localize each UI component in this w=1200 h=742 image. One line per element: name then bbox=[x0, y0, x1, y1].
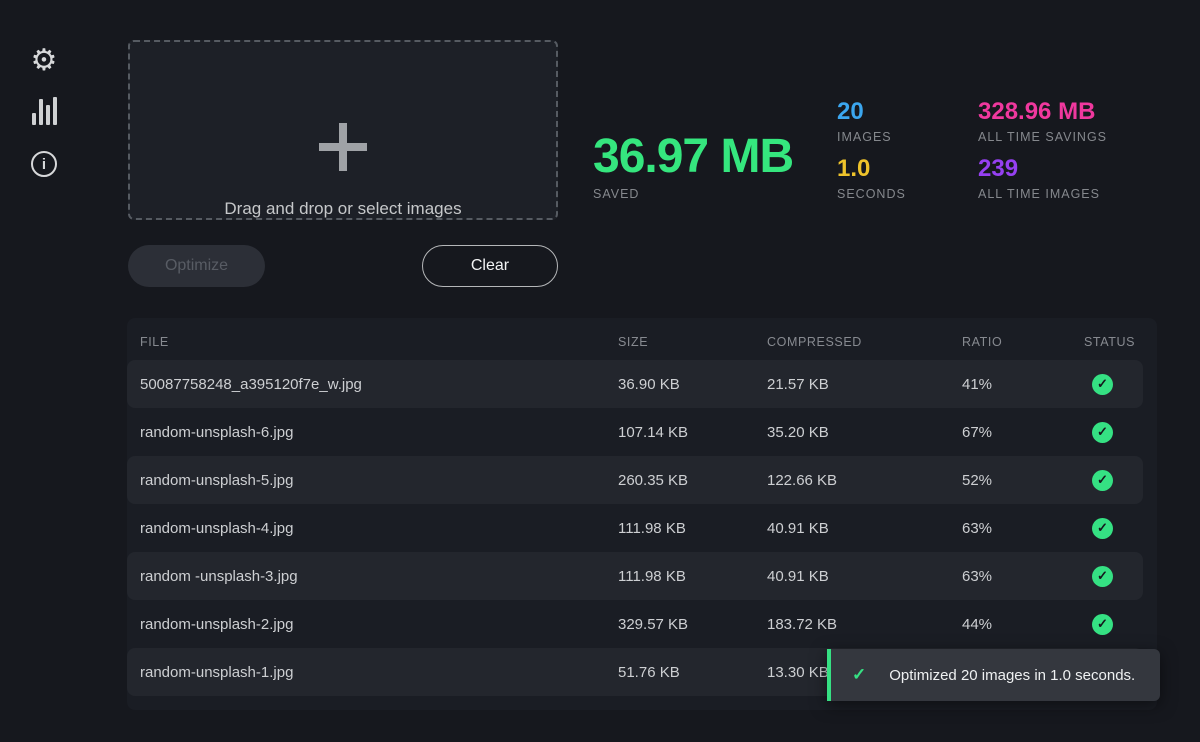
table-row[interactable]: random -unsplash-3.jpg 111.98 KB 40.91 K… bbox=[127, 552, 1143, 600]
file-name: random-unsplash-6.jpg bbox=[140, 424, 618, 441]
dropzone[interactable]: Drag and drop or select images bbox=[128, 40, 558, 220]
status-check-icon: ✓ bbox=[1092, 422, 1113, 443]
table-row[interactable]: random-unsplash-2.jpg 329.57 KB 183.72 K… bbox=[127, 600, 1143, 648]
file-compressed: 40.91 KB bbox=[767, 520, 962, 537]
table-row[interactable]: random-unsplash-4.jpg 111.98 KB 40.91 KB… bbox=[127, 504, 1143, 552]
toast-message: Optimized 20 images in 1.0 seconds. bbox=[889, 667, 1135, 684]
stat-all-time-savings-label: ALL TIME SAVINGS bbox=[978, 130, 1118, 144]
stat-images-label: IMAGES bbox=[837, 130, 977, 144]
gear-icon: ⚙ bbox=[31, 46, 58, 76]
file-name: random-unsplash-2.jpg bbox=[140, 616, 618, 633]
file-ratio: 63% bbox=[962, 520, 1084, 537]
sidebar-item-settings[interactable]: ⚙ bbox=[0, 41, 88, 81]
column-header-size: SIZE bbox=[618, 335, 767, 349]
stat-seconds: 1.0 SECONDS bbox=[837, 156, 977, 201]
file-size: 107.14 KB bbox=[618, 424, 767, 441]
table-header-row: FILE SIZE COMPRESSED RATIO STATUS bbox=[127, 318, 1143, 360]
info-icon: i bbox=[31, 151, 57, 177]
table-row[interactable]: 50087758248_a395120f7e_w.jpg 36.90 KB 21… bbox=[127, 360, 1143, 408]
file-name: 50087758248_a395120f7e_w.jpg bbox=[140, 376, 618, 393]
status-check-icon: ✓ bbox=[1092, 614, 1113, 635]
stat-all-time-savings: 328.96 MB ALL TIME SAVINGS bbox=[978, 99, 1118, 144]
status-check-icon: ✓ bbox=[1092, 470, 1113, 491]
file-size: 329.57 KB bbox=[618, 616, 767, 633]
file-name: random-unsplash-1.jpg bbox=[140, 664, 618, 681]
app-window: ⚙ i Drag and drop or select images 36.97… bbox=[0, 0, 1200, 742]
column-header-file: FILE bbox=[140, 335, 618, 349]
stat-images: 20 IMAGES bbox=[837, 99, 977, 144]
stat-seconds-label: SECONDS bbox=[837, 187, 977, 201]
file-ratio: 41% bbox=[962, 376, 1084, 393]
file-compressed: 122.66 KB bbox=[767, 472, 962, 489]
file-size: 260.35 KB bbox=[618, 472, 767, 489]
status-check-icon: ✓ bbox=[1092, 518, 1113, 539]
file-compressed: 35.20 KB bbox=[767, 424, 962, 441]
check-icon: ✓ bbox=[852, 665, 866, 685]
file-size: 51.76 KB bbox=[618, 664, 767, 681]
stat-all-time-savings-value: 328.96 MB bbox=[978, 99, 1118, 125]
column-header-status: STATUS bbox=[1084, 335, 1143, 349]
file-ratio: 67% bbox=[962, 424, 1084, 441]
bar-chart-icon bbox=[32, 97, 57, 125]
status-check-icon: ✓ bbox=[1092, 374, 1113, 395]
table-row[interactable]: random-unsplash-5.jpg 260.35 KB 122.66 K… bbox=[127, 456, 1143, 504]
column-header-ratio: RATIO bbox=[962, 335, 1084, 349]
table-row[interactable]: random-unsplash-6.jpg 107.14 KB 35.20 KB… bbox=[127, 408, 1143, 456]
optimize-button[interactable]: Optimize bbox=[128, 245, 265, 287]
toast-notification: ✓ Optimized 20 images in 1.0 seconds. bbox=[827, 649, 1160, 701]
file-name: random-unsplash-5.jpg bbox=[140, 472, 618, 489]
plus-icon bbox=[319, 123, 367, 171]
file-ratio: 44% bbox=[962, 616, 1084, 633]
stat-all-time-images-value: 239 bbox=[978, 156, 1158, 182]
file-size: 111.98 KB bbox=[618, 568, 767, 585]
column-header-compressed: COMPRESSED bbox=[767, 335, 962, 349]
file-compressed: 183.72 KB bbox=[767, 616, 962, 633]
sidebar: ⚙ i bbox=[0, 0, 88, 742]
stat-saved: 36.97 MB SAVED bbox=[593, 132, 793, 201]
file-ratio: 52% bbox=[962, 472, 1084, 489]
stat-saved-label: SAVED bbox=[593, 187, 793, 201]
status-check-icon: ✓ bbox=[1092, 566, 1113, 587]
file-size: 111.98 KB bbox=[618, 520, 767, 537]
stat-saved-value: 36.97 MB bbox=[593, 132, 793, 182]
dropzone-label: Drag and drop or select images bbox=[130, 199, 556, 219]
file-name: random-unsplash-4.jpg bbox=[140, 520, 618, 537]
sidebar-item-stats[interactable] bbox=[0, 91, 88, 131]
sidebar-item-about[interactable]: i bbox=[0, 144, 88, 184]
stat-seconds-value: 1.0 bbox=[837, 156, 977, 182]
file-compressed: 21.57 KB bbox=[767, 376, 962, 393]
clear-button[interactable]: Clear bbox=[422, 245, 558, 287]
stat-all-time-images: 239 ALL TIME IMAGES bbox=[978, 156, 1158, 201]
stat-images-value: 20 bbox=[837, 99, 977, 125]
stat-all-time-images-label: ALL TIME IMAGES bbox=[978, 187, 1158, 201]
file-size: 36.90 KB bbox=[618, 376, 767, 393]
file-ratio: 63% bbox=[962, 568, 1084, 585]
file-compressed: 40.91 KB bbox=[767, 568, 962, 585]
file-name: random -unsplash-3.jpg bbox=[140, 568, 618, 585]
